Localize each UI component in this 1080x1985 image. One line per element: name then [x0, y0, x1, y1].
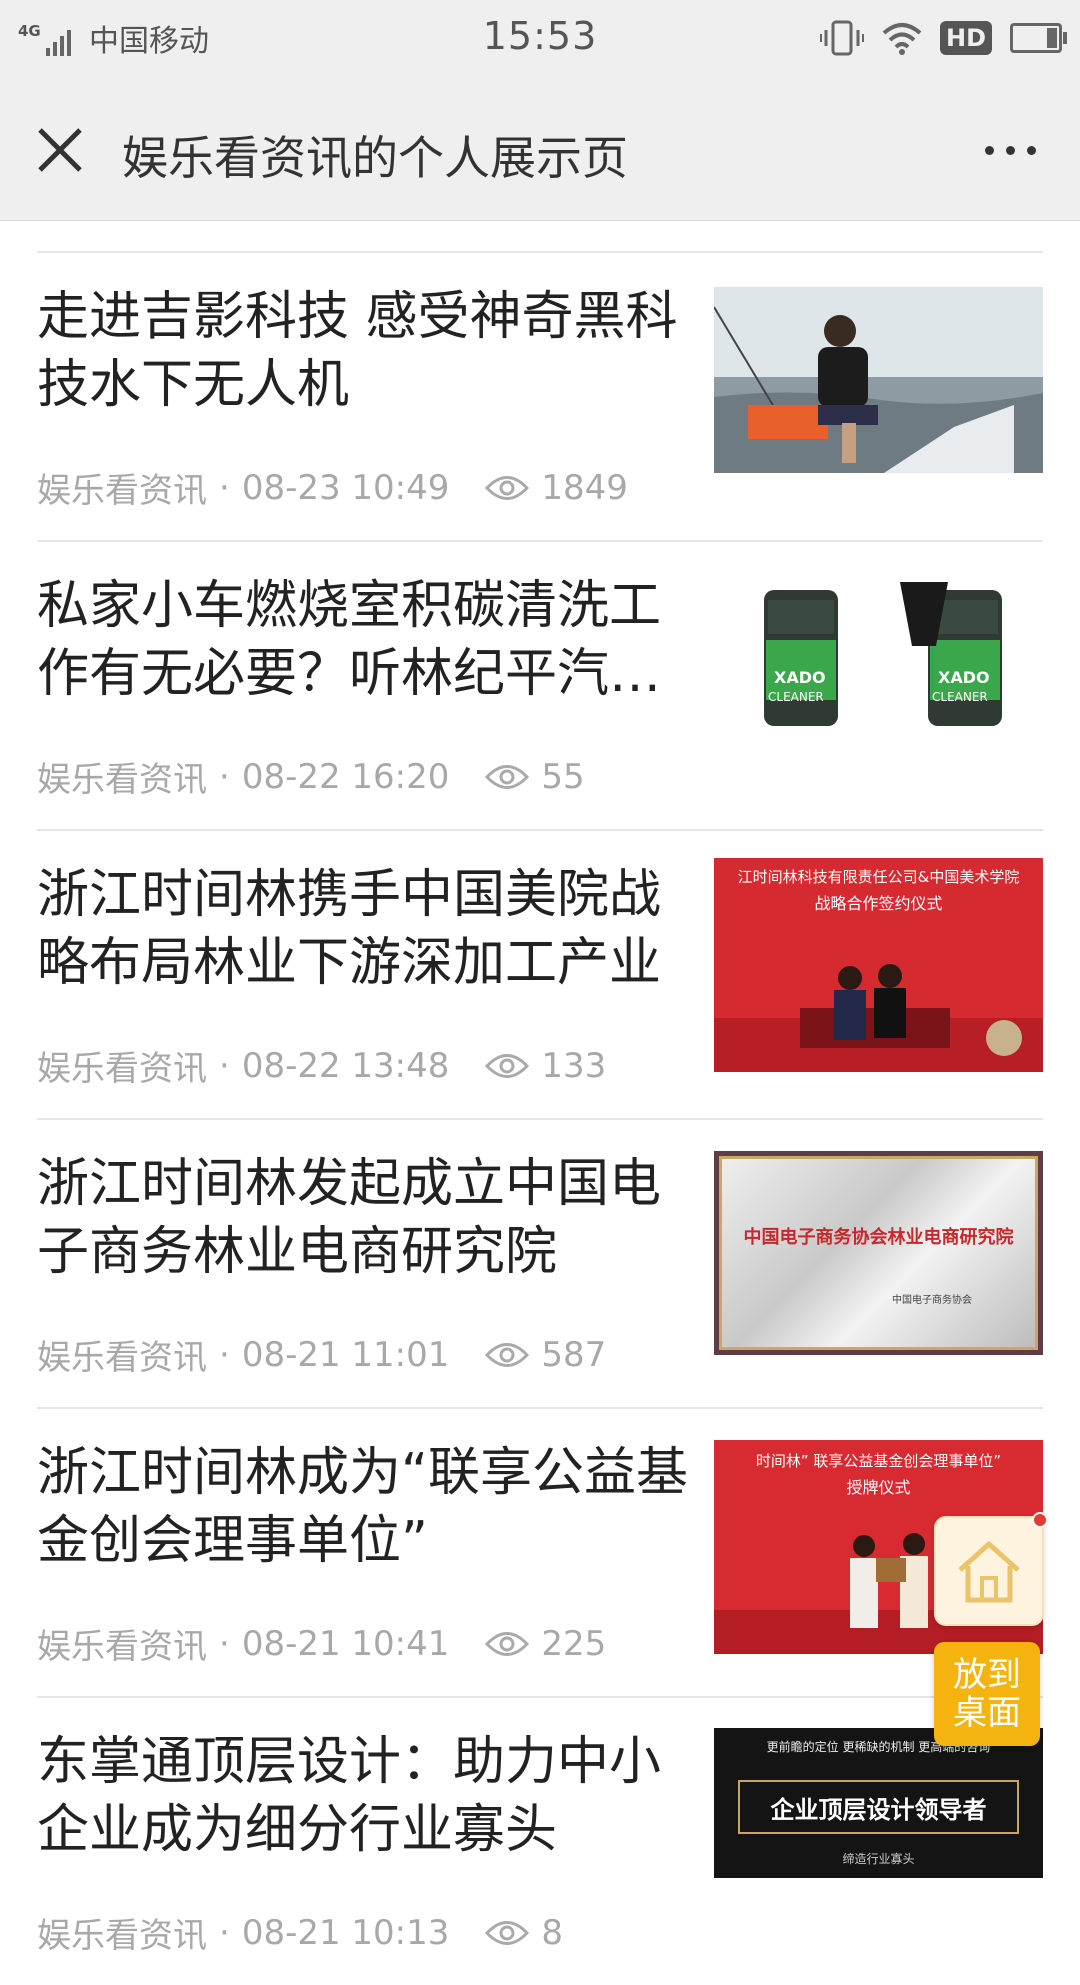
eye-icon	[485, 475, 530, 500]
more-dot-icon	[1005, 145, 1015, 155]
product-label: XADO	[938, 668, 990, 687]
hd-badge: HD	[939, 21, 992, 55]
article-source: 娱乐看资讯	[37, 760, 207, 800]
article-meta: 娱乐看资讯 · 08-22 13:48 133	[37, 1041, 606, 1090]
article-source: 娱乐看资讯	[37, 1049, 207, 1089]
eye-icon	[485, 764, 530, 789]
article-time: 08-21 11:01	[241, 1334, 450, 1375]
wifi-icon	[882, 23, 922, 55]
plaque-text: 中国电子商务协会林业电商研究院	[743, 1227, 1014, 1248]
article-meta: 娱乐看资讯 · 08-22 16:20 55	[37, 752, 585, 801]
article-item[interactable]: 浙江时间林发起成立中国电子商务林业电商研究院 娱乐看资讯 · 08-21 11:…	[37, 1120, 1043, 1409]
article-views: 55	[541, 756, 585, 797]
add-to-desktop-label: 放到桌面	[953, 1655, 1021, 1733]
article-title: 浙江时间林成为“联享公益基金创会理事单位”	[37, 1443, 688, 1571]
article-item[interactable]: 浙江时间林成为“联享公益基金创会理事单位” 娱乐看资讯 · 08-21 10:4…	[37, 1409, 1043, 1698]
more-dot-icon	[984, 145, 994, 155]
article-time: 08-22 16:20	[241, 756, 450, 797]
article-views: 133	[541, 1045, 607, 1086]
article-item[interactable]: 东掌通顶层设计：助力中小企业成为细分行业寡头 娱乐看资讯 · 08-21 10:…	[37, 1698, 1043, 1985]
product-label: XADO	[774, 668, 826, 687]
status-right: HD	[819, 16, 1067, 60]
article-title: 浙江时间林发起成立中国电子商务林业电商研究院	[37, 1154, 662, 1282]
more-button[interactable]	[968, 118, 1052, 182]
status-bar: 4G 中国移动 15:53 HD	[0, 0, 1080, 76]
more-dot-icon	[1026, 145, 1036, 155]
article-item[interactable]: 浙江时间林携手中国美院战略布局林业下游深加工产业 娱乐看资讯 · 08-22 1…	[37, 831, 1043, 1120]
article-item[interactable]: 走进吉影科技 感受神奇黑科技水下无人机 娱乐看资讯 · 08-23 10:49 …	[37, 253, 1043, 542]
battery-icon	[1010, 23, 1067, 53]
article-title: 走进吉影科技 感受神奇黑科技水下无人机	[37, 287, 678, 415]
vibrate-icon	[819, 20, 864, 56]
article-source: 娱乐看资讯	[37, 1627, 207, 1667]
page-title: 娱乐看资讯的个人展示页	[122, 131, 628, 185]
article-meta: 娱乐看资讯 · 08-23 10:49 1849	[37, 463, 628, 512]
product-label: CLEANER	[932, 690, 988, 704]
article-views: 8	[541, 1912, 564, 1953]
close-button[interactable]	[28, 118, 92, 182]
article-time: 08-23 10:49	[241, 467, 450, 508]
article-source: 娱乐看资讯	[37, 1916, 207, 1956]
eye-icon	[485, 1920, 530, 1945]
product-label: CLEANER	[768, 690, 824, 704]
article-source: 娱乐看资讯	[37, 471, 207, 511]
home-icon	[958, 1541, 1020, 1603]
article-time: 08-21 10:13	[241, 1912, 450, 1953]
article-views: 1849	[541, 467, 628, 508]
article-meta: 娱乐看资讯 · 08-21 10:13 8	[37, 1908, 563, 1957]
eye-icon	[485, 1631, 530, 1656]
article-thumbnail	[714, 287, 1043, 473]
article-thumbnail: XADO CLEANER XADO CLEANER	[714, 576, 1043, 762]
article-meta: 娱乐看资讯 · 08-21 10:41 225	[37, 1619, 606, 1668]
ad-main-text: 企业顶层设计领导者	[770, 1796, 987, 1824]
banner-text: 江时间林科技有限责任公司&中国美术学院	[737, 868, 1020, 886]
ad-bottom-text: 缔造行业寡头	[842, 1852, 915, 1866]
article-time: 08-21 10:41	[241, 1623, 450, 1664]
add-to-desktop-button[interactable]: 放到桌面	[934, 1642, 1040, 1746]
article-item[interactable]: 私家小车燃烧室积碳清洗工作有无必要？听林纪平汽车专家分析 娱乐看资讯 · 08-…	[37, 542, 1043, 831]
article-thumbnail: 中国电子商务协会林业电商研究院 中国电子商务协会	[714, 1151, 1043, 1355]
article-time: 08-22 13:48	[241, 1045, 450, 1086]
article-source: 娱乐看资讯	[37, 1338, 207, 1378]
notification-dot	[1032, 1512, 1048, 1528]
article-title: 东掌通顶层设计：助力中小企业成为细分行业寡头	[37, 1732, 662, 1860]
plaque-org: 中国电子商务协会	[892, 1295, 972, 1306]
banner-text: 授牌仪式	[846, 1478, 911, 1497]
article-title: 私家小车燃烧室积碳清洗工作有无必要？听林纪平汽车专家分析	[37, 576, 662, 704]
eye-icon	[485, 1342, 530, 1367]
article-thumbnail: 江时间林科技有限责任公司&中国美术学院 战略合作签约仪式	[714, 858, 1043, 1072]
article-views: 225	[541, 1623, 607, 1664]
banner-text: 时间林” 联享公益基金创会理事单位”	[755, 1452, 1002, 1470]
close-icon	[38, 128, 82, 172]
navigation-bar: 娱乐看资讯的个人展示页	[0, 76, 1080, 221]
home-shortcut-button[interactable]	[934, 1512, 1048, 1626]
article-views: 587	[541, 1334, 607, 1375]
banner-text: 战略合作签约仪式	[814, 894, 943, 913]
eye-icon	[485, 1053, 530, 1078]
article-thumbnail: 更前瞻的定位 更稀缺的机制 更高端的咨询 企业顶层设计领导者 缔造行业寡头	[714, 1728, 1043, 1878]
article-meta: 娱乐看资讯 · 08-21 11:01 587	[37, 1330, 606, 1379]
article-title: 浙江时间林携手中国美院战略布局林业下游深加工产业	[37, 865, 662, 993]
